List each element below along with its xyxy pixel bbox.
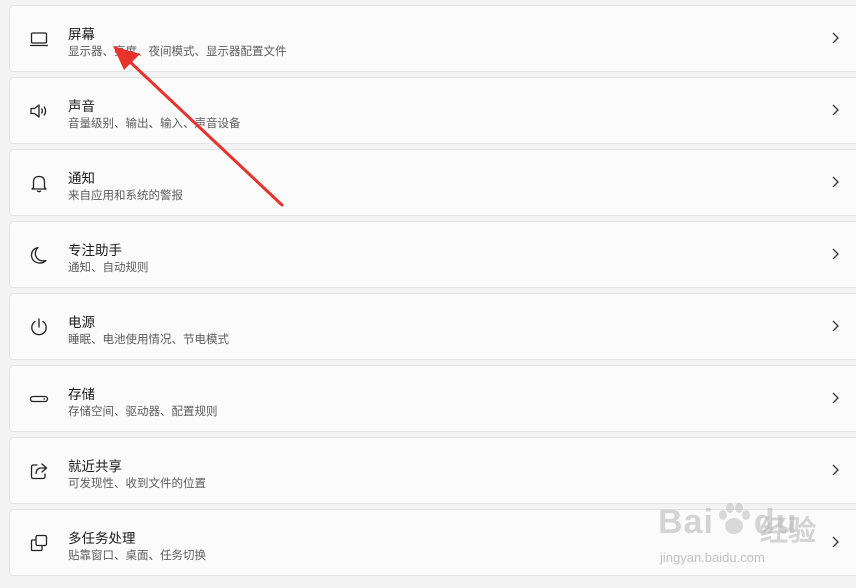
settings-item-storage[interactable]: 存储 存储空间、驱动器、配置规则 (9, 365, 856, 432)
settings-item-display[interactable]: 屏幕 显示器、亮度、夜间模式、显示器配置文件 (9, 5, 856, 72)
speaker-icon (28, 100, 50, 122)
item-subtitle: 贴靠窗口、桌面、任务切换 (68, 548, 206, 562)
bell-icon (28, 172, 50, 194)
chevron-right-icon (828, 534, 842, 550)
power-icon (28, 316, 50, 338)
chevron-right-icon (828, 318, 842, 334)
chevron-right-icon (828, 246, 842, 262)
item-title: 电源 (68, 315, 95, 331)
item-title: 通知 (68, 171, 95, 187)
item-title: 就近共享 (68, 459, 122, 475)
laptop-icon (28, 28, 50, 50)
item-title: 多任务处理 (68, 531, 136, 547)
item-subtitle: 睡眠、电池使用情况、节电模式 (68, 332, 229, 346)
chevron-right-icon (828, 174, 842, 190)
item-subtitle: 显示器、亮度、夜间模式、显示器配置文件 (68, 44, 287, 58)
item-subtitle: 来自应用和系统的警报 (68, 188, 183, 202)
chevron-right-icon (828, 390, 842, 406)
item-subtitle: 可发现性、收到文件的位置 (68, 476, 206, 490)
settings-page: 屏幕 显示器、亮度、夜间模式、显示器配置文件 声音 音量级别、输出、输入、声音设… (0, 0, 856, 588)
drive-icon (28, 388, 50, 410)
chevron-right-icon (828, 30, 842, 46)
settings-item-focus[interactable]: 专注助手 通知、自动规则 (9, 221, 856, 288)
settings-item-sound[interactable]: 声音 音量级别、输出、输入、声音设备 (9, 77, 856, 144)
share-icon (28, 460, 50, 482)
windows-stack-icon (28, 532, 50, 554)
item-subtitle: 音量级别、输出、输入、声音设备 (68, 116, 241, 130)
item-title: 声音 (68, 99, 95, 115)
item-subtitle: 存储空间、驱动器、配置规则 (68, 404, 218, 418)
item-subtitle: 通知、自动规则 (68, 260, 149, 274)
settings-item-multitasking[interactable]: 多任务处理 贴靠窗口、桌面、任务切换 (9, 509, 856, 576)
settings-list: 屏幕 显示器、亮度、夜间模式、显示器配置文件 声音 音量级别、输出、输入、声音设… (9, 5, 856, 581)
moon-icon (28, 244, 50, 266)
settings-item-power[interactable]: 电源 睡眠、电池使用情况、节电模式 (9, 293, 856, 360)
item-title: 存储 (68, 387, 95, 403)
settings-item-nearby-sharing[interactable]: 就近共享 可发现性、收到文件的位置 (9, 437, 856, 504)
chevron-right-icon (828, 462, 842, 478)
chevron-right-icon (828, 102, 842, 118)
item-title: 专注助手 (68, 243, 122, 259)
item-title: 屏幕 (68, 27, 95, 43)
settings-item-notifications[interactable]: 通知 来自应用和系统的警报 (9, 149, 856, 216)
